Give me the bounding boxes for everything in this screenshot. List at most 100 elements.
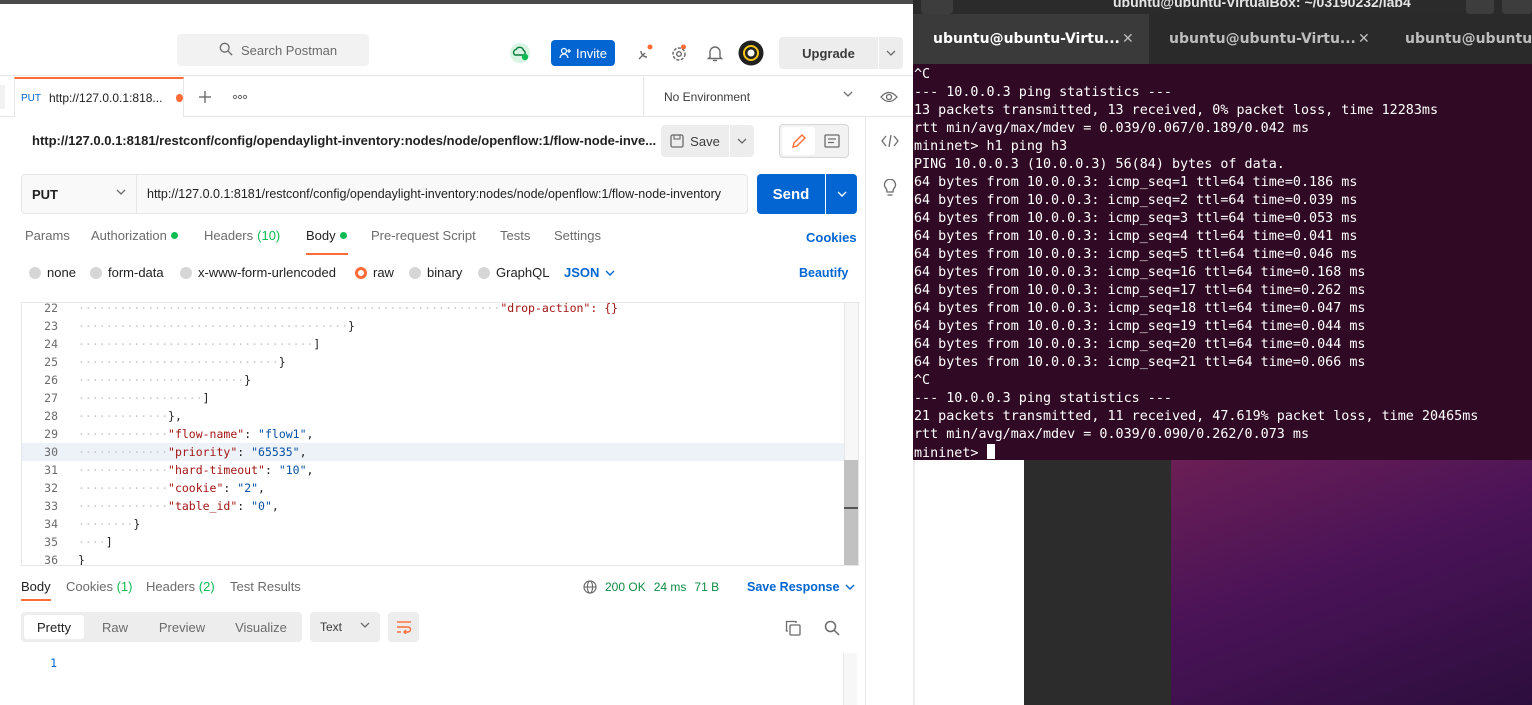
code-line[interactable]: 28 ·············}, (22, 407, 844, 425)
code-line[interactable]: 32 ·············"cookie": "2", (22, 479, 844, 497)
response-scrollbar[interactable] (843, 653, 857, 705)
radio-none-label: none (47, 265, 76, 280)
sync-status-icon[interactable] (507, 41, 533, 65)
terminal-tab-2[interactable]: ubuntu@ubuntu-Virtu... ✕ (1149, 14, 1385, 64)
more-tabs-icon[interactable] (231, 89, 249, 105)
edit-mode-button[interactable] (782, 127, 815, 155)
terminal-tab-1[interactable]: ubuntu@ubuntu-Virtu... ✕ (913, 14, 1149, 64)
request-body-editor[interactable]: 22 ······································… (21, 302, 859, 566)
tab-params[interactable]: Params (25, 228, 70, 243)
code-line[interactable]: 33 ·············"table_id": "0", (22, 497, 844, 515)
status-code[interactable]: 200 OK (605, 580, 646, 594)
wrap-lines-button[interactable] (388, 612, 419, 642)
response-tab-body[interactable]: Body (21, 579, 51, 594)
terminal-menu-button[interactable] (1502, 0, 1532, 14)
response-tab-test-results[interactable]: Test Results (230, 579, 301, 594)
active-response-tab-indicator (21, 599, 51, 601)
chevron-down-icon (843, 91, 853, 97)
terminal-tab-3[interactable]: ubuntu@ubuntu-Virtu (1385, 14, 1532, 64)
pencil-icon (791, 134, 806, 148)
editor-scrollbar-thumb[interactable] (844, 460, 858, 565)
terminal-search-button[interactable] (1466, 0, 1494, 14)
radio-form-data-label: form-data (108, 265, 164, 280)
code-line[interactable]: 29 ·············"flow-name": "flow1", (22, 425, 844, 443)
radio-none[interactable]: none (29, 265, 76, 280)
code-line[interactable]: 30 ·············"priority": "65535", (22, 443, 844, 461)
tab-tests[interactable]: Tests (500, 228, 530, 243)
beautify-link[interactable]: Beautify (799, 266, 848, 280)
globe-icon[interactable] (583, 580, 597, 594)
terminal-line: 13 packets transmitted, 13 received, 0% … (914, 103, 1439, 118)
terminal-output[interactable]: ^C --- 10.0.0.3 ping statistics --- 13 pac… (913, 64, 1532, 460)
invite-label: Invite (575, 45, 608, 61)
copy-icon[interactable] (783, 619, 803, 637)
request-tab-active[interactable]: PUT http://127.0.0.1:818... (14, 77, 184, 117)
view-pretty-button[interactable]: Pretty (24, 615, 84, 639)
send-button[interactable]: Send (757, 174, 825, 214)
settings-gear-icon[interactable] (668, 42, 690, 64)
request-title[interactable]: http://127.0.0.1:8181/restconf/config/op… (32, 133, 656, 148)
terminal-prompt[interactable]: mininet> (914, 444, 995, 460)
save-options-button[interactable] (730, 125, 754, 157)
search-icon[interactable] (822, 619, 842, 637)
tab-settings[interactable]: Settings (554, 228, 601, 243)
response-format-select[interactable]: Text (310, 612, 380, 642)
code-line[interactable]: 25 ·····························} (22, 353, 844, 371)
view-visualize-button[interactable]: Visualize (223, 615, 299, 639)
terminal-line: mininet> h1 ping h3 (914, 139, 1068, 154)
close-icon[interactable]: ✕ (1358, 31, 1370, 47)
radio-urlencoded[interactable]: x-www-form-urlencoded (180, 265, 336, 280)
view-raw-button[interactable]: Raw (89, 615, 141, 639)
send-options-button[interactable] (826, 174, 857, 214)
code-line[interactable]: 35 ····] (22, 533, 844, 551)
new-tab-button[interactable] (921, 0, 953, 14)
response-tab-headers[interactable]: Headers (2) (146, 579, 215, 594)
radio-graphql[interactable]: GraphQL (478, 265, 549, 280)
url-input[interactable]: http://127.0.0.1:8181/restconf/config/op… (137, 174, 748, 214)
tab-body[interactable]: Body (306, 228, 347, 243)
upgrade-menu-button[interactable] (879, 37, 903, 69)
response-format-label: Text (320, 620, 343, 634)
upgrade-button[interactable]: Upgrade (779, 37, 878, 69)
new-tab-plus-icon[interactable] (196, 87, 214, 107)
radio-binary[interactable]: binary (409, 265, 462, 280)
code-line[interactable]: 34 ········} (22, 515, 844, 533)
search-input[interactable]: Search Postman (177, 34, 369, 66)
code-line[interactable]: 36} (22, 551, 844, 565)
raw-format-select[interactable]: JSON (564, 265, 615, 280)
radio-form-data[interactable]: form-data (90, 265, 164, 280)
code-text: ········································… (78, 302, 619, 315)
code-line[interactable]: 26 ························} (22, 371, 844, 389)
tab-prerequest-script[interactable]: Pre-request Script (371, 228, 476, 243)
response-size[interactable]: 71 B (694, 580, 719, 594)
code-line[interactable]: 24 ··································] (22, 335, 844, 353)
radio-raw[interactable]: raw (355, 265, 394, 280)
response-body-viewer[interactable]: 1 (21, 653, 857, 705)
close-icon[interactable]: ✕ (1122, 31, 1134, 47)
cookies-link[interactable]: Cookies (806, 230, 857, 245)
satellite-icon[interactable] (634, 42, 656, 64)
code-snippet-icon[interactable] (878, 131, 902, 151)
avatar[interactable] (738, 40, 764, 66)
notifications-bell-icon[interactable] (705, 43, 725, 63)
tab-authorization[interactable]: Authorization (91, 228, 178, 243)
response-tab-cookies[interactable]: Cookies (1) (66, 579, 132, 594)
save-button[interactable]: Save (661, 125, 729, 157)
code-line[interactable]: 23 ······································… (22, 317, 844, 335)
http-method-select[interactable]: PUT (21, 174, 137, 214)
code-line[interactable]: 27 ··················] (22, 389, 844, 407)
environment-selector[interactable]: No Environment (643, 77, 865, 117)
code-text: ·····························} (78, 355, 286, 369)
view-preview-button[interactable]: Preview (146, 615, 218, 639)
documentation-mode-button[interactable] (816, 127, 848, 155)
previous-tab[interactable] (0, 85, 5, 109)
response-time[interactable]: 24 ms (654, 580, 687, 594)
code-line[interactable]: 31 ·············"hard-timeout": "10", (22, 461, 844, 479)
tab-headers[interactable]: Headers (10) (204, 228, 280, 243)
invite-button[interactable]: Invite (551, 40, 615, 66)
code-line[interactable]: 22 ······································… (22, 302, 844, 317)
save-response-button[interactable]: Save Response (747, 580, 855, 594)
environment-eye-icon[interactable] (878, 87, 900, 107)
lightbulb-icon[interactable] (878, 177, 902, 199)
status-dot (339, 232, 347, 239)
